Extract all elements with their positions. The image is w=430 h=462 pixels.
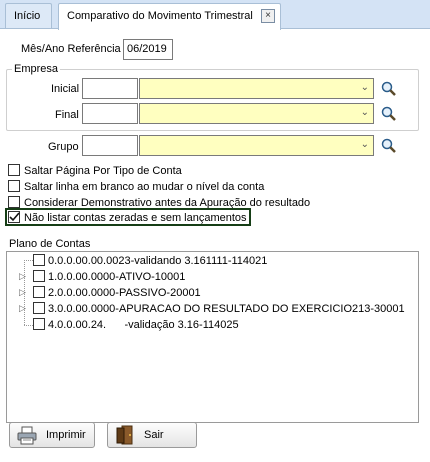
option-label: Saltar linha em branco ao mudar o nível … [24,181,265,193]
tab-inicio[interactable]: Início [5,3,52,29]
tree-node[interactable]: 0.0.0.00.00.0023-validando 3.161111-1140… [33,254,267,268]
tree-line [24,325,33,326]
tab-strip: Início Comparativo do Movimento Trimestr… [0,0,430,30]
tree-node[interactable]: 3.0.0.00.0000-APURACAO DO RESULTADO DO E… [33,302,405,316]
final-code-input[interactable] [82,103,138,124]
option-label: Não listar contas zeradas e sem lançamen… [24,212,247,224]
expand-icon[interactable]: ▷ [19,287,26,298]
tab-comparativo[interactable]: Comparativo do Movimento Trimestral × [58,3,281,30]
exit-button[interactable]: Sair [107,422,197,448]
tree-line [24,260,33,261]
print-button[interactable]: Imprimir [9,422,95,448]
inicial-label: Inicial [51,83,80,95]
ref-label: Mês/Ano Referência [21,43,121,55]
node-label: 0.0.0.00.00.0023-validando 3.161111-1140… [48,255,268,267]
checkbox[interactable] [8,164,20,176]
checkbox[interactable] [33,254,45,266]
search-icon[interactable] [380,105,397,122]
option-saltar-pagina[interactable]: Saltar Página Por Tipo de Conta [8,164,182,178]
checkbox[interactable] [8,196,20,208]
chevron-down-icon: ⌄ [360,107,369,118]
expand-icon[interactable]: ▷ [19,303,26,314]
ref-input[interactable]: 06/2019 [123,39,173,60]
grupo-code-input[interactable] [82,135,138,156]
checkbox[interactable] [33,270,45,282]
node-label: 4.0.0.00.24. -validação 3.16-114025 [48,319,239,331]
node-label: 2.0.0.00.0000-PASSIVO-20001 [48,287,201,299]
checkbox[interactable] [33,286,45,298]
expand-icon[interactable]: ▷ [19,271,26,282]
checkbox[interactable] [33,302,45,314]
tree-node[interactable]: 1.0.0.00.0000-ATIVO-10001 [33,270,185,284]
search-icon[interactable] [380,80,397,97]
node-label: 1.0.0.00.0000-ATIVO-10001 [48,271,186,283]
exit-door-icon [116,425,133,445]
tab-inicio-label: Início [14,10,41,22]
tree-node[interactable]: 2.0.0.00.0000-PASSIVO-20001 [33,286,201,300]
option-nao-listar-zeradas[interactable]: Não listar contas zeradas e sem lançamen… [8,211,247,225]
check-icon [9,212,20,222]
main-panel: Mês/Ano Referência 06/2019 Empresa Inici… [0,28,430,462]
option-saltar-linha[interactable]: Saltar linha em branco ao mudar o nível … [8,180,264,194]
grupo-label: Grupo [48,141,79,153]
tree-node[interactable]: 4.0.0.00.24. -validação 3.16-114025 [33,318,239,332]
final-label: Final [55,109,79,121]
printer-icon [17,426,37,445]
close-tab-icon[interactable]: × [261,9,275,23]
checkbox[interactable] [8,180,20,192]
plano-title: Plano de Contas [9,238,91,250]
chevron-down-icon: ⌄ [360,82,369,93]
plano-tree[interactable]: 0.0.0.00.00.0023-validando 3.161111-1140… [6,251,419,423]
final-combo[interactable]: ⌄ [139,103,374,124]
print-button-label: Imprimir [46,429,86,441]
exit-button-label: Sair [144,429,164,441]
tab-comparativo-label: Comparativo do Movimento Trimestral [67,10,253,22]
inicial-code-input[interactable] [82,78,138,99]
empresa-label: Empresa [12,63,61,75]
option-label: Saltar Página Por Tipo de Conta [24,165,182,177]
grupo-combo[interactable]: ⌄ [139,135,374,156]
inicial-combo[interactable]: ⌄ [139,78,374,99]
search-icon[interactable] [380,137,397,154]
checkbox[interactable] [33,318,45,330]
chevron-down-icon: ⌄ [360,139,369,150]
node-label: 3.0.0.00.0000-APURACAO DO RESULTADO DO E… [48,303,405,315]
checkbox-checked[interactable] [8,211,20,223]
